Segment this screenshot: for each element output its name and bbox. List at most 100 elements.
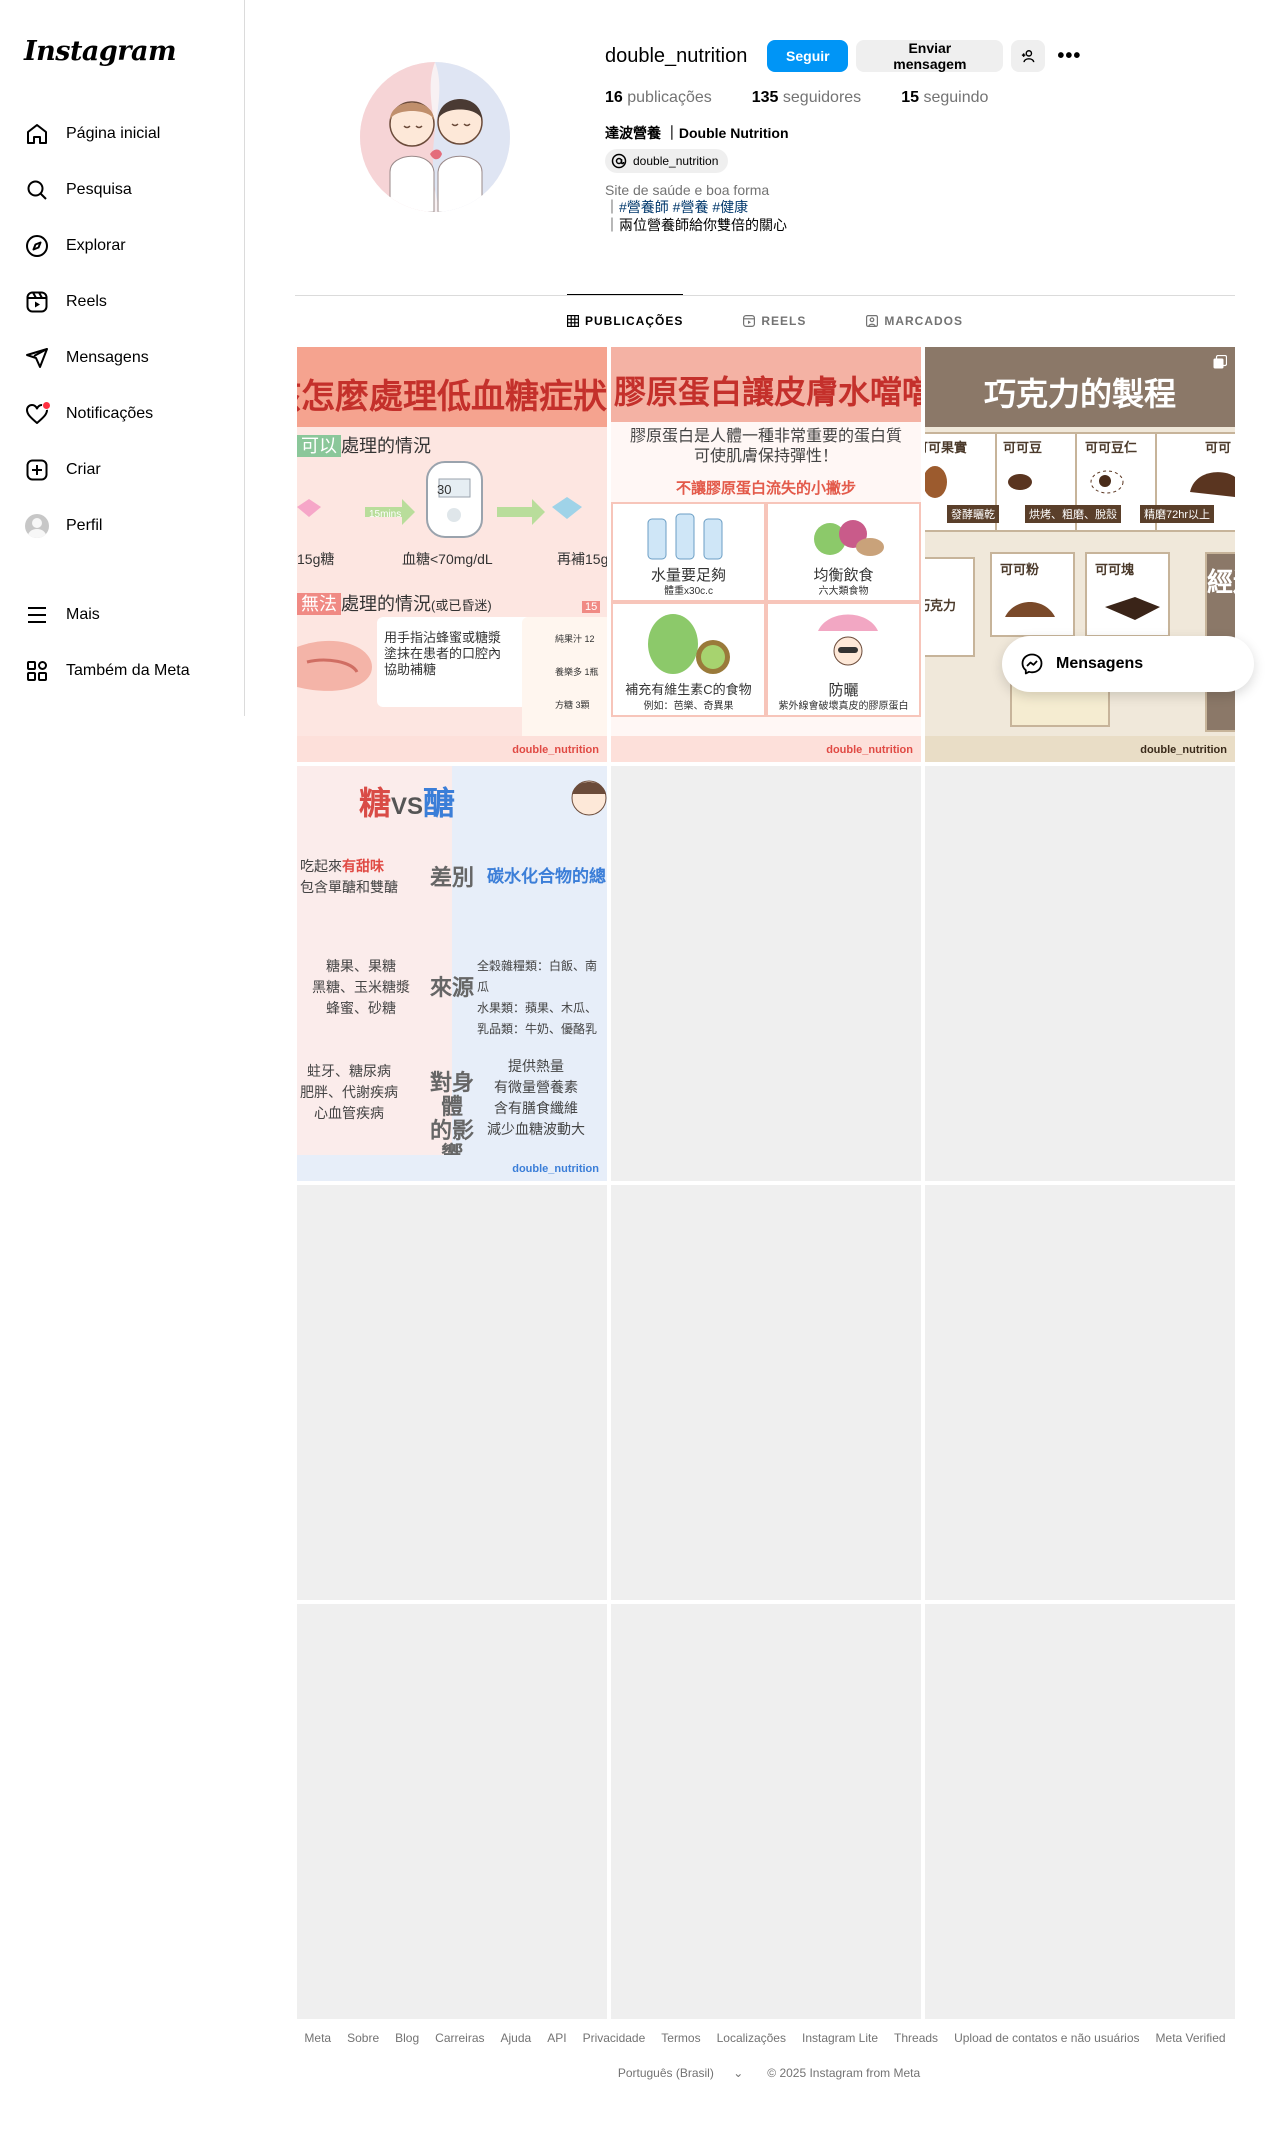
sidebar-item-home[interactable]: Página inicial	[12, 110, 234, 158]
post-highlight: 有甜味	[342, 858, 384, 874]
follow-button[interactable]: Seguir	[767, 40, 849, 72]
bio-hashtags[interactable]: #營養師 #營養 #健康	[619, 199, 748, 215]
footer-link[interactable]: Privacidade	[583, 2031, 646, 2045]
footer-link[interactable]: Termos	[661, 2031, 700, 2045]
post-illustration	[1005, 597, 1160, 620]
post-placeholder[interactable]	[611, 1185, 921, 1600]
home-icon	[24, 121, 50, 147]
post-text: 處理的情況	[341, 436, 431, 456]
post-placeholder[interactable]	[611, 766, 921, 1181]
post-text: 可可豆	[1003, 440, 1043, 455]
more-options-icon[interactable]: •••	[1053, 40, 1085, 72]
footer-link[interactable]: Sobre	[347, 2031, 379, 2045]
post-text: VS	[390, 793, 423, 820]
post-placeholder[interactable]	[297, 1604, 607, 2019]
following-label: seguindo	[923, 89, 989, 106]
footer-link[interactable]: Threads	[894, 2031, 938, 2045]
post-text: 全穀雜糧類：白飯、南瓜 水果類：蘋果、木瓜、 乳品類：牛奶、優酪乳	[477, 959, 598, 1036]
post-placeholder[interactable]	[297, 1185, 607, 1600]
paper-plane-icon	[24, 345, 50, 371]
footer-link[interactable]: Blog	[395, 2031, 419, 2045]
post-text: 協助補糖	[384, 662, 437, 677]
post-placeholder[interactable]	[925, 1185, 1235, 1600]
footer-link[interactable]: Upload de contatos e não usuários	[954, 2031, 1139, 2045]
tagged-icon	[866, 315, 879, 327]
post-illustration	[571, 780, 607, 816]
post-placeholder[interactable]	[925, 766, 1235, 1181]
meta-grid-icon	[24, 658, 50, 684]
post-text: 吃起來	[300, 858, 342, 874]
post-placeholder[interactable]	[611, 1604, 921, 2019]
post-text: 提供熱量 有微量營養素 含有膳食纖維 減少血糖波動大	[487, 1058, 585, 1137]
footer-link[interactable]: Meta	[304, 2031, 331, 2045]
footer-link[interactable]: Meta Verified	[1156, 2031, 1226, 2045]
post-quadrant: 水量要足夠 體重x30c.c	[611, 502, 766, 602]
add-person-icon	[1022, 50, 1035, 63]
post-title: 該怎麼處理低血糖症狀	[297, 378, 607, 416]
sidebar-item-notifications[interactable]: Notificações	[12, 390, 234, 438]
post-thumbnail[interactable]: 糖VS醣 吃起來有甜味 包含單醣和雙醣 差別 碳水化合物的總 糖果、果糖 黑糖、…	[297, 766, 607, 1181]
post-placeholder[interactable]	[925, 1604, 1235, 2019]
post-tag: 發酵曬乾	[947, 505, 999, 523]
stat-following[interactable]: 15 seguindo	[901, 89, 988, 107]
sidebar-item-reels[interactable]: Reels	[12, 278, 234, 326]
posts-label: publicações	[627, 89, 712, 106]
post-illustration	[925, 466, 1235, 498]
sidebar-item-search[interactable]: Pesquisa	[12, 166, 234, 214]
sidebar-bottom: Mais Também da Meta	[12, 591, 234, 703]
following-count: 15	[901, 89, 919, 106]
post-thumbnail[interactable]: 膠原蛋白讓皮膚水噹噹 膠原蛋白是人體一種非常重要的蛋白質 可使肌膚保持彈性！ 不…	[611, 347, 921, 762]
post-lead: 膠原蛋白是人體一種非常重要的蛋白質 可使肌膚保持彈性！	[611, 427, 921, 467]
tab-reels[interactable]: REELS	[743, 295, 806, 347]
sidebar: Instagram Página inicial Pesquisa Explor…	[0, 0, 245, 716]
post-text: 膠原蛋白是人體一種非常重要的蛋白質	[629, 428, 902, 445]
sidebar-item-also-from-meta[interactable]: Também da Meta	[12, 647, 234, 695]
post-text: 差別	[429, 865, 474, 890]
profile-tabs: PUBLICAÇÕES REELS MARCADOS	[295, 294, 1235, 347]
post-section-heading: 可以 處理的情況	[297, 432, 431, 458]
send-message-button[interactable]: Enviar mensagem	[856, 40, 1004, 72]
stat-followers[interactable]: 135 seguidores	[752, 89, 861, 107]
threads-badge[interactable]: double_nutrition	[605, 149, 729, 173]
tab-tagged[interactable]: MARCADOS	[866, 295, 963, 347]
post-title: 膠原蛋白讓皮膚水噹噹	[614, 374, 921, 410]
footer-link[interactable]: API	[547, 2031, 566, 2045]
sidebar-item-label: Mensagens	[66, 349, 149, 366]
tab-label: REELS	[761, 314, 807, 328]
post-text: 養樂多 1瓶	[555, 667, 599, 677]
language-selector[interactable]: Português (Brasil) ⌄	[610, 2066, 751, 2080]
profile-avatar[interactable]	[360, 62, 510, 212]
post-text: 碳水化合物的總	[487, 867, 606, 886]
instagram-logo[interactable]: Instagram	[24, 36, 177, 67]
messages-floating-button[interactable]: Mensagens	[1002, 636, 1254, 692]
footer: Meta Sobre Blog Carreiras Ajuda API Priv…	[295, 2031, 1235, 2080]
post-quadrant: 補充有維生素C的食物 例如：芭樂、奇異果	[611, 602, 766, 717]
post-thumbnail[interactable]: 巧克力的製程 可可果實 可可豆 可可豆仁 可可 發酵曬乾 烘烤、粗磨、脫殼 精磨…	[925, 347, 1235, 762]
footer-link[interactable]: Carreiras	[435, 2031, 484, 2045]
post-quadrant: 防曬 紫外線會破壞真皮的膠原蛋白	[766, 602, 921, 717]
messages-label: Mensagens	[1056, 655, 1144, 672]
sidebar-item-create[interactable]: Criar	[12, 446, 234, 494]
sidebar-item-more[interactable]: Mais	[12, 591, 234, 639]
post-section-heading: 無法 處理的情況(或已昏迷)	[297, 590, 492, 616]
footer-link[interactable]: Instagram Lite	[802, 2031, 878, 2045]
tab-posts[interactable]: PUBLICAÇÕES	[566, 294, 684, 347]
suggest-user-button[interactable]	[1011, 40, 1046, 72]
posts-count: 16	[605, 89, 623, 106]
post-thumbnail[interactable]: 該怎麼處理低血糖症狀 可以 處理的情況 15mins 30 15g糖 血糖<70m…	[297, 347, 607, 762]
profile-full-name: 達波營養 ｜Double Nutrition	[605, 125, 789, 141]
footer-link[interactable]: Ajuda	[501, 2031, 532, 2045]
chevron-down-icon: ⌄	[733, 2066, 744, 2080]
post-text: 經過	[1207, 567, 1235, 597]
reels-icon	[24, 289, 50, 315]
footer-bottom: Português (Brasil) ⌄ © 2025 Instagram fr…	[295, 2066, 1235, 2080]
post-text: 體重x30c.c	[664, 586, 713, 597]
post-tag: 烘烤、粗磨、脫殼	[1025, 505, 1121, 523]
sidebar-item-profile[interactable]: Perfil	[12, 502, 234, 550]
post-text: 紫外線會破壞真皮的膠原蛋白	[778, 701, 909, 712]
post-text: 可可塊	[1095, 562, 1135, 577]
footer-link[interactable]: Localizações	[717, 2031, 786, 2045]
sidebar-item-messages[interactable]: Mensagens	[12, 334, 234, 382]
sidebar-item-explore[interactable]: Explorar	[12, 222, 234, 270]
sidebar-item-label: Reels	[66, 293, 107, 310]
